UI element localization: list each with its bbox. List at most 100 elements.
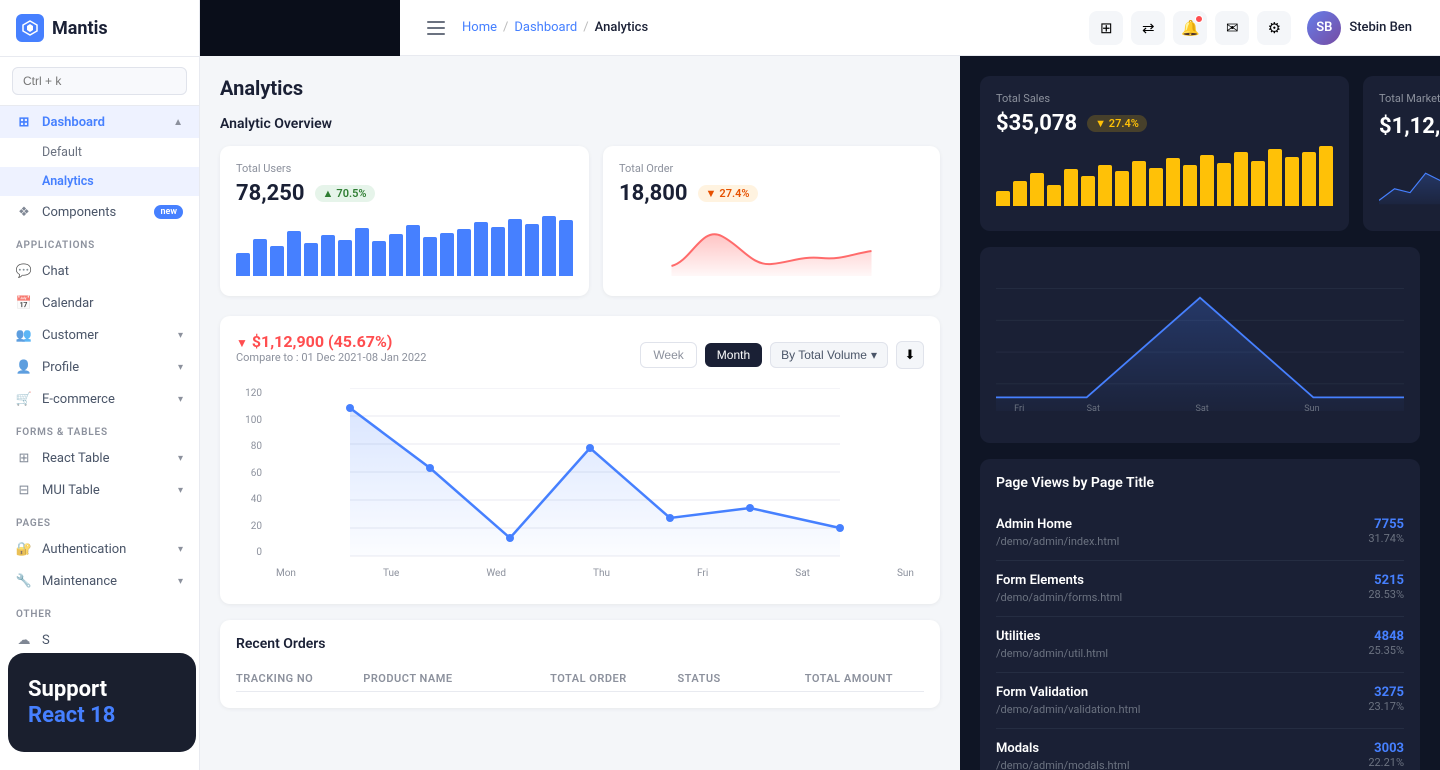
- svg-text:Sat: Sat: [1195, 404, 1208, 414]
- grid-icon-button[interactable]: ⊞: [1089, 11, 1123, 45]
- page-view-url: /demo/admin/modals.html: [996, 759, 1130, 770]
- y-axis: 120 100 80 60 40 20 0: [236, 388, 266, 558]
- topbar: Home / Dashboard / Analytics ⊞ ⇄ 🔔 ✉ ⚙ S…: [400, 0, 1440, 56]
- support-popup-title: Support: [28, 677, 176, 703]
- chevron-down-icon: ▾: [178, 544, 183, 555]
- bar: [1268, 149, 1282, 206]
- bar: [1166, 158, 1180, 206]
- topbar-left: Home / Dashboard / Analytics: [420, 12, 648, 44]
- income-svg-chart: [266, 388, 924, 558]
- sidebar-item-maintenance[interactable]: 🔧 Maintenance ▾: [0, 565, 199, 597]
- chevron-up-icon: ▲: [173, 117, 183, 128]
- page-view-count: 4848: [1368, 629, 1404, 644]
- page-view-item-4: Modals /demo/admin/modals.html 3003 22.2…: [996, 729, 1404, 770]
- sales-bar-chart: [996, 146, 1333, 206]
- bar: [287, 231, 301, 276]
- mail-button[interactable]: ✉: [1215, 11, 1249, 45]
- sidebar-item-components[interactable]: ❖ Components new: [0, 196, 199, 228]
- page-view-title: Form Validation: [996, 685, 1140, 700]
- page-view-count: 3003: [1368, 741, 1404, 756]
- col-status: STATUS: [677, 672, 796, 685]
- page-view-item-0: Admin Home /demo/admin/index.html 7755 3…: [996, 505, 1404, 561]
- sidebar-item-react-table[interactable]: ⊞ React Table ▾: [0, 442, 199, 474]
- sidebar-item-dashboard[interactable]: ⊞ Dashboard ▲: [0, 106, 199, 138]
- bar: [1200, 155, 1214, 206]
- week-button[interactable]: Week: [640, 342, 696, 368]
- chevron-down-icon: ▾: [178, 362, 183, 373]
- main-area: Home / Dashboard / Analytics ⊞ ⇄ 🔔 ✉ ⚙ S…: [200, 0, 1440, 770]
- bar: [372, 241, 386, 276]
- month-button[interactable]: Month: [705, 343, 762, 367]
- page-view-pct: 31.74%: [1368, 532, 1404, 545]
- bar: [1149, 168, 1163, 206]
- sidebar-logo[interactable]: Mantis: [0, 0, 199, 57]
- page-views-section: Page Views by Page Title Admin Home /dem…: [980, 459, 1420, 770]
- users-bar-chart: [236, 216, 573, 276]
- income-compare: Compare to : 01 Dec 2021-08 Jan 2022: [236, 351, 426, 364]
- bar: [491, 227, 505, 276]
- breadcrumb-dashboard[interactable]: Dashboard: [514, 20, 577, 35]
- sidebar-item-mui-table[interactable]: ⊟ MUI Table ▾: [0, 474, 199, 506]
- bar: [542, 216, 556, 276]
- download-button[interactable]: ⬇: [896, 341, 924, 369]
- card-label: Total Users: [236, 162, 573, 175]
- sidebar-item-label: Profile: [42, 360, 79, 375]
- bar: [1319, 146, 1333, 206]
- dashboard-icon: ⊞: [16, 114, 32, 130]
- income-overview-card: ▼ $1,12,900 (45.67%) Compare to : 01 Dec…: [220, 316, 940, 604]
- sidebar-subitem-analytics[interactable]: Analytics: [0, 167, 199, 196]
- user-switch-button[interactable]: ⇄: [1131, 11, 1165, 45]
- sidebar-item-customer[interactable]: 👥 Customer ▾: [0, 319, 199, 351]
- left-panel: Analytics Analytic Overview Total Users …: [200, 56, 960, 770]
- card-value-row: 78,250 ▲ 70.5%: [236, 181, 573, 206]
- app-name: Mantis: [52, 18, 108, 39]
- breadcrumb-home[interactable]: Home: [462, 20, 497, 35]
- sidebar-item-authentication[interactable]: 🔐 Authentication ▾: [0, 533, 199, 565]
- user-avatar[interactable]: SB Stebin Ben: [1299, 7, 1420, 49]
- page-view-pct: 28.53%: [1368, 588, 1404, 601]
- bar: [1251, 161, 1265, 206]
- notifications-button[interactable]: 🔔: [1173, 11, 1207, 45]
- sidebar-item-calendar[interactable]: 📅 Calendar: [0, 287, 199, 319]
- support-popup[interactable]: Support React 18: [8, 653, 196, 752]
- settings-button[interactable]: ⚙: [1257, 11, 1291, 45]
- chevron-down-icon: ▾: [178, 453, 183, 464]
- section-label-pages: Pages: [0, 506, 199, 533]
- bar: [996, 191, 1010, 206]
- bar: [1030, 173, 1044, 206]
- sidebar-item-label: Maintenance: [42, 574, 117, 589]
- sidebar-item-label: Authentication: [42, 542, 126, 557]
- volume-dropdown[interactable]: By Total Volume ▾: [770, 342, 888, 368]
- page-view-title: Form Elements: [996, 573, 1122, 588]
- bar: [1081, 176, 1095, 206]
- bar: [1302, 152, 1316, 206]
- sidebar-item-label: React Table: [42, 451, 109, 466]
- page-view-pct: 25.35%: [1368, 644, 1404, 657]
- card-badge: ▲ 70.5%: [315, 185, 375, 202]
- sidebar-item-profile[interactable]: 👤 Profile ▾: [0, 351, 199, 383]
- breadcrumb-current: Analytics: [595, 20, 649, 35]
- search-input[interactable]: [12, 67, 187, 95]
- menu-toggle-button[interactable]: [420, 12, 452, 44]
- sidebar-item-chat[interactable]: 💬 Chat: [0, 255, 199, 287]
- sidebar-item-ecommerce[interactable]: 🛒 E-commerce ▾: [0, 383, 199, 415]
- svg-text:Sun: Sun: [1304, 404, 1319, 414]
- card-total-users: Total Users 78,250 ▲ 70.5%: [220, 146, 589, 296]
- bar: [559, 220, 573, 276]
- sidebar-item-label: Calendar: [42, 296, 94, 311]
- analytic-overview-title: Analytic Overview: [220, 116, 940, 132]
- card-total-order: Total Order 18,800 ▼ 27.4%: [603, 146, 940, 296]
- recent-orders-card: Recent Orders TRACKING NO PRODUCT NAME T…: [220, 620, 940, 708]
- right-panel: Total Sales $35,078 ▼ 27.4%: [960, 56, 1440, 770]
- bar: [236, 253, 250, 276]
- page-view-count: 5215: [1368, 573, 1404, 588]
- income-value: ▼ $1,12,900 (45.67%): [236, 332, 426, 351]
- page-view-url: /demo/admin/validation.html: [996, 703, 1140, 716]
- sidebar-item-sample1[interactable]: ☁ S: [0, 624, 199, 656]
- income-controls: Week Month By Total Volume ▾ ⬇: [640, 341, 924, 369]
- bar: [474, 222, 488, 276]
- search-container: [0, 57, 199, 106]
- col-product: PRODUCT NAME: [363, 672, 542, 685]
- sidebar-subitem-default[interactable]: Default: [0, 138, 199, 167]
- dark-badge: ▼ 27.4%: [1087, 115, 1147, 132]
